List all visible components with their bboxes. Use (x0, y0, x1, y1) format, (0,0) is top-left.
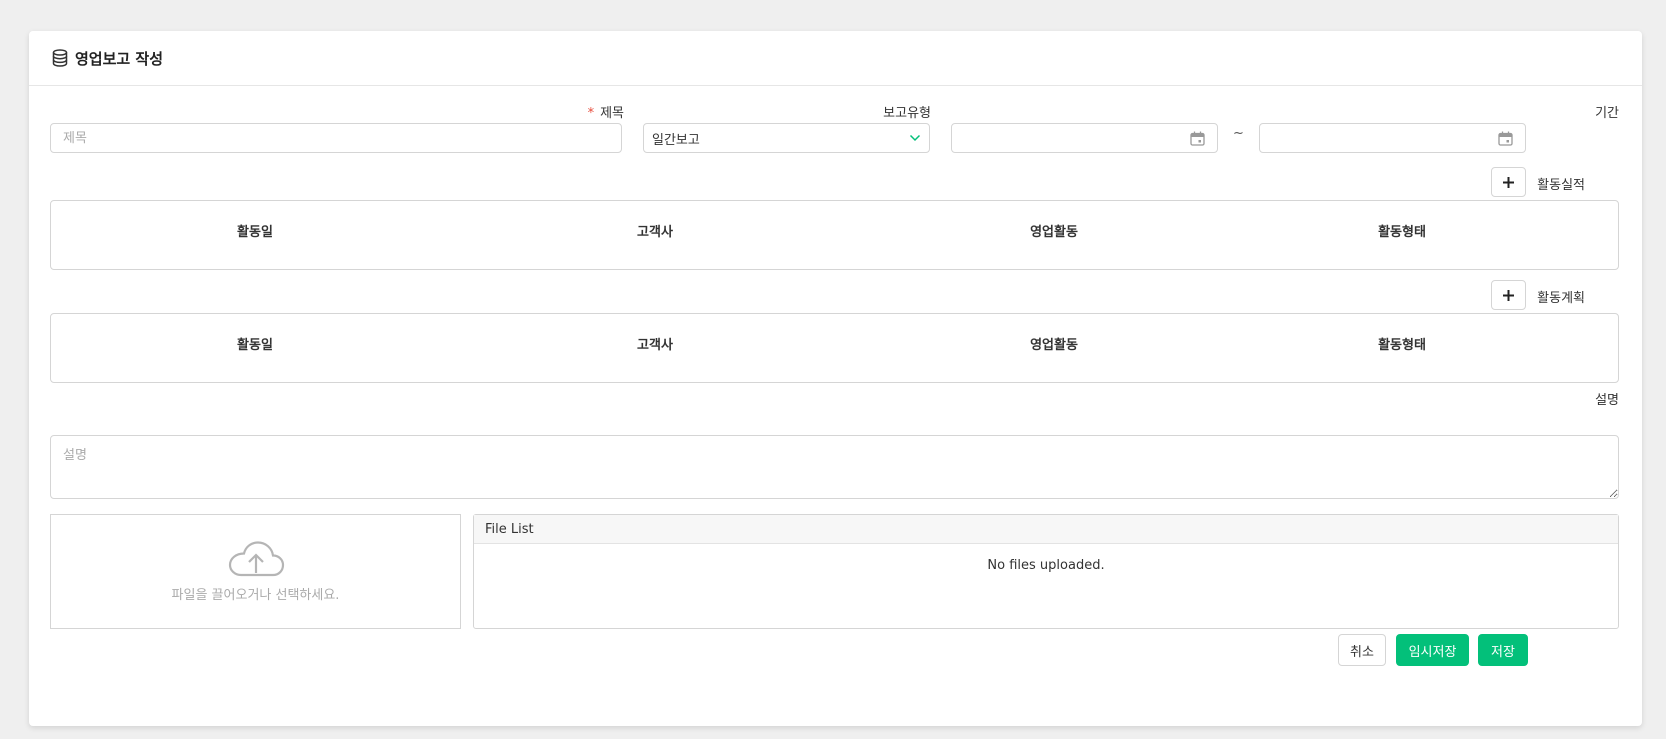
column-header: 영업활동 (1030, 338, 1078, 353)
title-input[interactable] (50, 123, 622, 153)
column-header: 활동일 (237, 225, 273, 240)
column-header: 활동일 (237, 338, 273, 353)
chevron-down-icon (909, 134, 921, 142)
cancel-button[interactable]: 취소 (1338, 634, 1386, 666)
save-button[interactable]: 저장 (1478, 634, 1528, 666)
activity-results-table: 활동일 고객사 영업활동 활동형태 (50, 200, 1619, 270)
page-title: 영업보고 작성 (75, 49, 164, 68)
report-form-card: 영업보고 작성 *제목 보고유형 일간보고 기간 ~ 활동실적 (29, 31, 1642, 726)
column-header: 활동형태 (1378, 338, 1426, 353)
title-label: * 제목 (587, 106, 624, 121)
plus-icon (1503, 176, 1514, 188)
column-header: 고객사 (637, 338, 673, 353)
file-dropzone[interactable]: 파일을 끌어오거나 선택하세요. (50, 514, 461, 629)
column-header: 고객사 (637, 225, 673, 240)
plus-icon (1503, 289, 1514, 301)
file-list-header: File List (474, 515, 1618, 544)
calendar-icon (1190, 131, 1205, 146)
column-header: 활동형태 (1378, 225, 1426, 240)
cloud-upload-icon (228, 541, 284, 577)
column-header: 영업활동 (1030, 225, 1078, 240)
calendar-icon (1498, 131, 1513, 146)
description-label: 설명 (1595, 393, 1619, 408)
period-start-date[interactable] (951, 123, 1218, 153)
report-type-label: 보고유형 (883, 106, 931, 121)
report-type-select[interactable]: 일간보고 (643, 123, 930, 153)
file-list: File List No files uploaded. (473, 514, 1619, 629)
dropzone-text: 파일을 끌어오거나 선택하세요. (171, 588, 340, 603)
activity-results-label: 활동실적 (1537, 178, 1585, 193)
activity-plans-table: 활동일 고객사 영업활동 활동형태 (50, 313, 1619, 383)
report-type-value: 일간보고 (652, 132, 700, 148)
database-icon (52, 49, 68, 67)
period-end-date[interactable] (1259, 123, 1526, 153)
add-activity-plan-button[interactable] (1491, 280, 1526, 310)
period-label: 기간 (1595, 106, 1619, 121)
description-textarea[interactable] (50, 435, 1619, 499)
file-list-empty-text: No files uploaded. (987, 558, 1105, 573)
activity-plans-label: 활동계획 (1537, 291, 1585, 306)
add-activity-result-button[interactable] (1491, 167, 1526, 197)
temp-save-button[interactable]: 임시저장 (1396, 634, 1469, 666)
period-separator: ~ (1233, 126, 1244, 141)
card-header: 영업보고 작성 (29, 31, 1642, 86)
required-mark: * (587, 106, 595, 121)
